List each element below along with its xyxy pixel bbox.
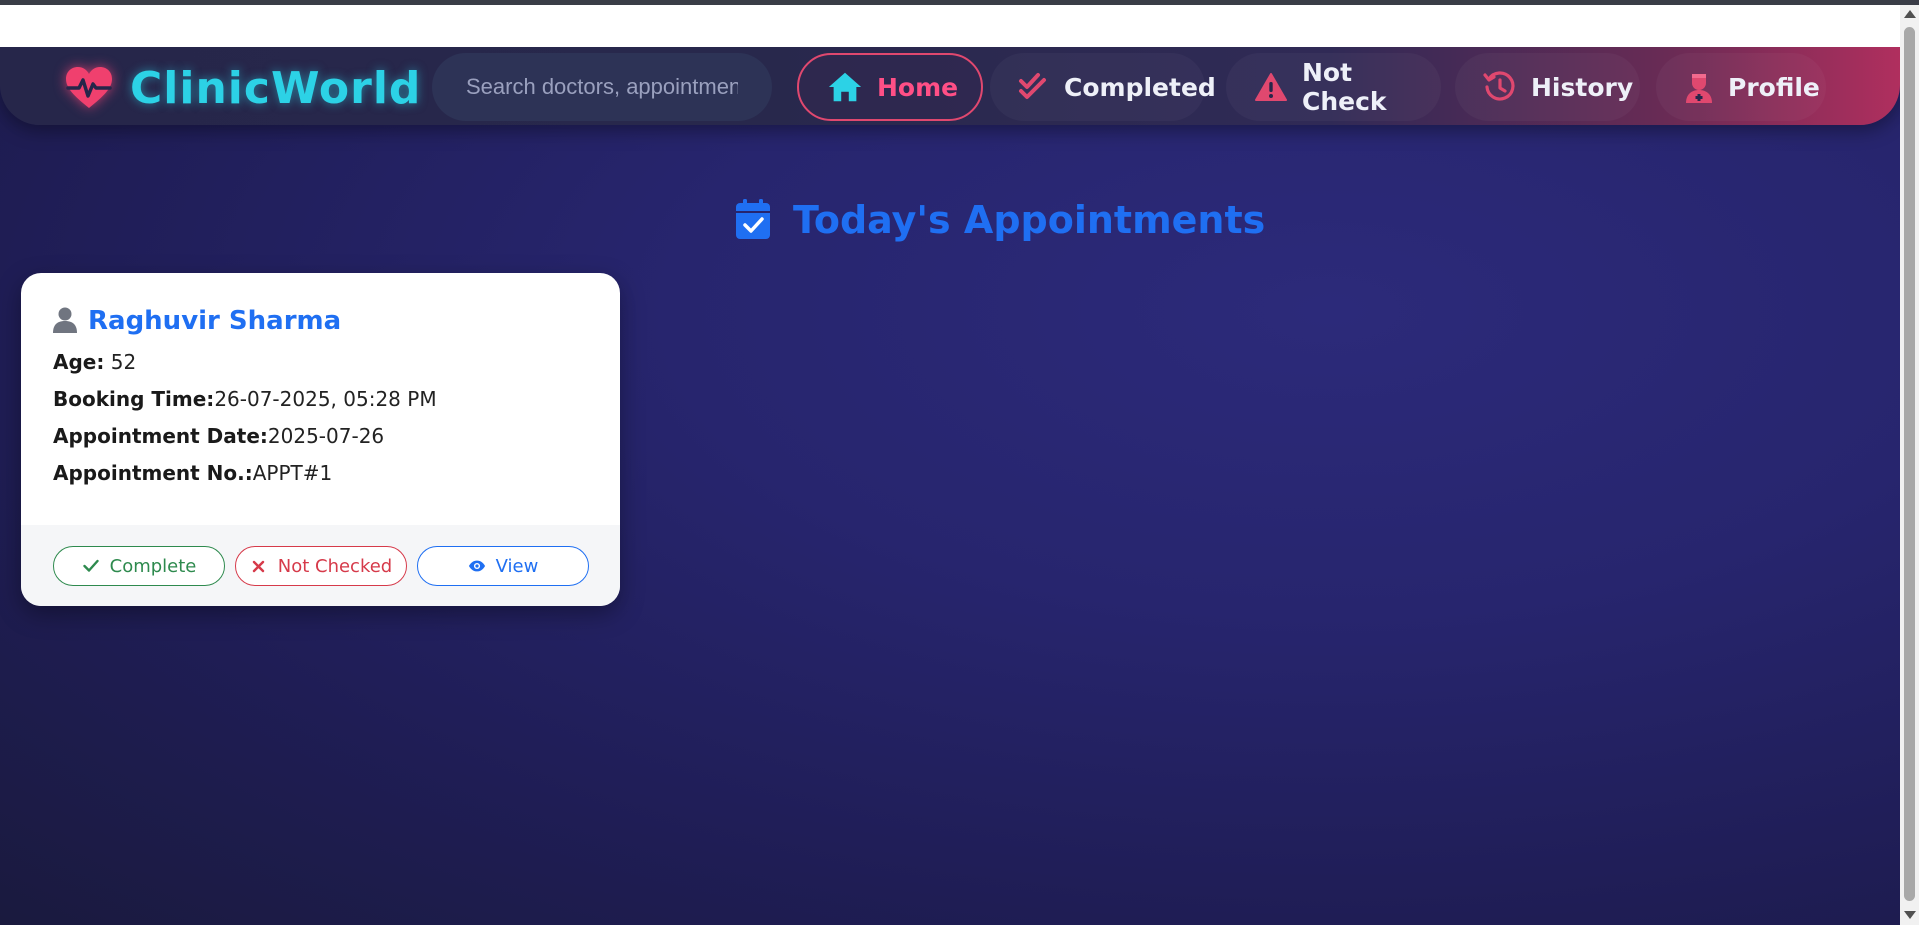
- scroll-down-arrow-icon[interactable]: [1904, 911, 1916, 919]
- view-button[interactable]: View: [417, 546, 589, 586]
- appointment-card-footer: Complete Not Checked View: [21, 525, 620, 606]
- app-viewport: ClinicWorld Home Completed: [0, 47, 1900, 925]
- check-icon: [82, 557, 100, 575]
- nav-not-check-label: Not Check: [1302, 58, 1387, 116]
- appointment-date-row: Appointment Date:2025-07-26: [53, 422, 588, 450]
- appointment-number-value: APPT#1: [252, 461, 333, 485]
- appointment-date-value: 2025-07-26: [267, 424, 385, 448]
- brand[interactable]: ClinicWorld: [62, 62, 422, 114]
- double-check-icon: [1018, 69, 1050, 105]
- nav-completed-label: Completed: [1064, 72, 1216, 102]
- heartbeat-icon: [62, 65, 116, 111]
- patient-name: Raghuvir Sharma: [88, 306, 342, 336]
- nav-completed[interactable]: Completed: [990, 53, 1216, 121]
- eye-icon: [468, 557, 486, 575]
- booking-time-value: 26-07-2025, 05:28 PM: [214, 387, 437, 411]
- appointment-card-body: Raghuvir Sharma Age: 52 Booking Time:26-…: [21, 273, 620, 525]
- age-label: Age:: [53, 350, 105, 374]
- close-icon: [250, 557, 268, 575]
- nav-profile[interactable]: Profile: [1656, 53, 1826, 121]
- appointment-number-label: Appointment No.:: [53, 461, 253, 485]
- nav-home-label: Home: [877, 72, 959, 102]
- user-icon: [53, 307, 77, 335]
- calendar-check-icon: [735, 198, 773, 242]
- page-top-strip: [0, 5, 1900, 47]
- home-icon: [827, 69, 863, 105]
- booking-time-row: Booking Time:26-07-2025, 05:28 PM: [53, 385, 588, 413]
- history-icon: [1483, 69, 1517, 105]
- brand-name: ClinicWorld: [130, 62, 422, 114]
- view-button-label: View: [495, 555, 539, 577]
- not-checked-button-label: Not Checked: [277, 555, 393, 577]
- scroll-thumb[interactable]: [1904, 27, 1915, 901]
- top-navbar: ClinicWorld Home Completed: [0, 47, 1900, 125]
- warning-icon: [1254, 69, 1288, 105]
- patient-age-row: Age: 52: [53, 348, 588, 376]
- booking-time-label: Booking Time:: [53, 387, 215, 411]
- complete-button-label: Complete: [109, 555, 197, 577]
- scroll-up-arrow-icon[interactable]: [1904, 10, 1916, 18]
- nav-profile-label: Profile: [1728, 72, 1820, 102]
- search-input[interactable]: [432, 53, 772, 121]
- appointment-date-label: Appointment Date:: [53, 424, 268, 448]
- nav-not-check[interactable]: Not Check: [1226, 53, 1441, 121]
- appointment-number-row: Appointment No.:APPT#1: [53, 459, 588, 487]
- nav-home[interactable]: Home: [797, 53, 983, 121]
- complete-button[interactable]: Complete: [53, 546, 225, 586]
- patient-header: Raghuvir Sharma: [53, 303, 588, 339]
- not-checked-button[interactable]: Not Checked: [235, 546, 407, 586]
- age-value: 52: [110, 350, 137, 374]
- nav-history[interactable]: History: [1455, 53, 1640, 121]
- nav-history-label: History: [1531, 72, 1634, 102]
- page-title: Today's Appointments: [793, 198, 1266, 242]
- vertical-scrollbar[interactable]: [1900, 5, 1919, 925]
- user-doctor-icon: [1684, 69, 1714, 105]
- page-heading: Today's Appointments: [735, 195, 1265, 245]
- appointment-card: Raghuvir Sharma Age: 52 Booking Time:26-…: [21, 273, 620, 606]
